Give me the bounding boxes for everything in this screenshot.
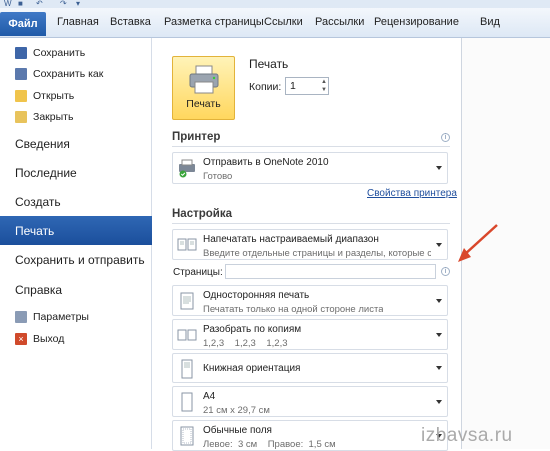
print-range-dropdown[interactable]: Напечатать настраиваемый диапазон Введит…	[172, 229, 448, 260]
menu-options-label: Параметры	[33, 310, 89, 323]
save-icon	[15, 46, 27, 59]
margins-title: Обычные поля	[203, 425, 272, 436]
pages-range-icon	[177, 238, 197, 251]
collate-icon	[177, 329, 197, 341]
tab-review[interactable]: Рецензирование	[374, 16, 459, 28]
paper-size-subtitle: 21 см x 29,7 см	[203, 405, 270, 416]
menu-save-as[interactable]: Сохранить как	[0, 63, 152, 84]
redo-icon[interactable]: ↷	[60, 0, 67, 8]
chevron-down-icon	[436, 298, 442, 303]
collate-subtitle: 1,2,3 1,2,3 1,2,3	[203, 338, 288, 349]
copies-field[interactable]: 1 ▲ ▼	[285, 77, 329, 95]
divider	[172, 146, 450, 147]
pages-label: Страницы:	[173, 267, 223, 278]
tab-page-layout[interactable]: Разметка страницы	[164, 16, 264, 28]
printer-icon	[179, 159, 195, 178]
print-pane: Печать Печать Копии: 1 ▲ ▼ Принтер i Отпр…	[152, 38, 462, 451]
tab-mailings[interactable]: Рассылки	[315, 16, 364, 28]
menu-exit[interactable]: × Выход	[0, 328, 152, 349]
info-icon[interactable]: i	[441, 133, 450, 142]
ribbon-tabs: Файл Главная Вставка Разметка страницы С…	[0, 8, 550, 38]
exit-icon: ×	[15, 332, 27, 345]
one-sided-icon	[180, 292, 194, 310]
menu-save-label: Сохранить	[33, 46, 86, 59]
menu-help[interactable]: Справка	[0, 275, 152, 304]
menu-open-label: Открыть	[33, 89, 75, 102]
printer-dropdown[interactable]: Отправить в OneNote 2010 Готово	[172, 152, 448, 184]
pages-input[interactable]	[225, 264, 436, 279]
printer-section-title: Принтер	[172, 131, 221, 143]
portrait-icon	[181, 359, 193, 379]
tab-file[interactable]: Файл	[0, 12, 46, 36]
print-button-label: Печать	[186, 98, 221, 110]
sides-title: Односторонняя печать	[203, 290, 310, 301]
copies-value: 1	[290, 80, 296, 92]
save-icon[interactable]: ■	[18, 0, 23, 8]
menu-save-as-label: Сохранить как	[33, 67, 104, 80]
save-as-icon	[15, 67, 27, 80]
annotation-arrow	[458, 224, 498, 262]
margins-icon	[180, 426, 194, 446]
divider	[172, 223, 450, 224]
chevron-down-icon	[436, 166, 442, 170]
paper-icon	[181, 392, 193, 412]
menu-options[interactable]: Параметры	[0, 306, 152, 327]
menu-new[interactable]: Создать	[0, 187, 152, 216]
print-button[interactable]: Печать	[172, 56, 235, 120]
orientation-title: Книжная ориентация	[203, 363, 301, 374]
menu-recent[interactable]: Последние	[0, 158, 152, 187]
sides-dropdown[interactable]: Односторонняя печать Печатать только на …	[172, 285, 448, 316]
open-folder-icon	[15, 89, 27, 102]
chevron-down-icon	[436, 399, 442, 404]
chevron-down-icon	[436, 332, 442, 337]
word-icon: W	[4, 0, 12, 8]
menu-info[interactable]: Сведения	[0, 129, 152, 158]
backstage-nav: Сохранить Сохранить как Открыть Закрыть …	[0, 38, 164, 449]
settings-section-title: Настройка	[172, 208, 232, 220]
orientation-dropdown[interactable]: Книжная ориентация	[172, 353, 448, 383]
margins-subtitle: Левое: 3 см Правое: 1,5 см	[203, 439, 336, 450]
copies-spinner[interactable]: ▲ ▼	[320, 78, 328, 94]
quick-access-toolbar: W ■ ↶ ↷ ▾	[0, 0, 550, 8]
options-icon	[15, 310, 27, 323]
collate-dropdown[interactable]: Разобрать по копиям 1,2,3 1,2,3 1,2,3	[172, 319, 448, 350]
printer-name: Отправить в OneNote 2010	[203, 157, 329, 168]
tab-references[interactable]: Ссылки	[264, 16, 303, 28]
menu-close[interactable]: Закрыть	[0, 106, 152, 127]
menu-save-send[interactable]: Сохранить и отправить	[0, 245, 152, 274]
collate-title: Разобрать по копиям	[203, 324, 302, 335]
info-icon[interactable]: i	[441, 267, 450, 276]
printer-icon	[189, 65, 218, 94]
menu-exit-label: Выход	[33, 332, 65, 345]
paper-size-title: A4	[203, 391, 216, 402]
menu-print[interactable]: Печать	[0, 216, 164, 245]
menu-open[interactable]: Открыть	[0, 85, 152, 106]
print-heading: Печать	[249, 57, 289, 71]
close-doc-icon	[15, 110, 27, 123]
print-range-title: Напечатать настраиваемый диапазон	[203, 234, 379, 245]
printer-properties-link[interactable]: Свойства принтера	[367, 188, 457, 199]
watermark: izbavsa.ru	[421, 425, 513, 446]
print-range-subtitle: Введите отдельные страницы и разделы, ко…	[203, 248, 431, 259]
copies-label: Копии:	[249, 81, 282, 93]
printer-status: Готово	[203, 171, 233, 182]
paper-size-dropdown[interactable]: A4 21 см x 29,7 см	[172, 386, 448, 417]
tab-insert[interactable]: Вставка	[110, 16, 151, 28]
undo-icon[interactable]: ↶	[36, 0, 43, 8]
customize-icon[interactable]: ▾	[76, 0, 80, 8]
chevron-down-icon	[436, 242, 442, 247]
margins-dropdown[interactable]: Обычные поля Левое: 3 см Правое: 1,5 см	[172, 420, 448, 451]
tab-view[interactable]: Вид	[480, 16, 500, 28]
sides-subtitle: Печатать только на одной стороне листа	[203, 304, 384, 315]
tab-home[interactable]: Главная	[57, 16, 99, 28]
chevron-down-icon	[436, 366, 442, 370]
menu-save[interactable]: Сохранить	[0, 42, 152, 63]
menu-close-label: Закрыть	[33, 110, 74, 123]
